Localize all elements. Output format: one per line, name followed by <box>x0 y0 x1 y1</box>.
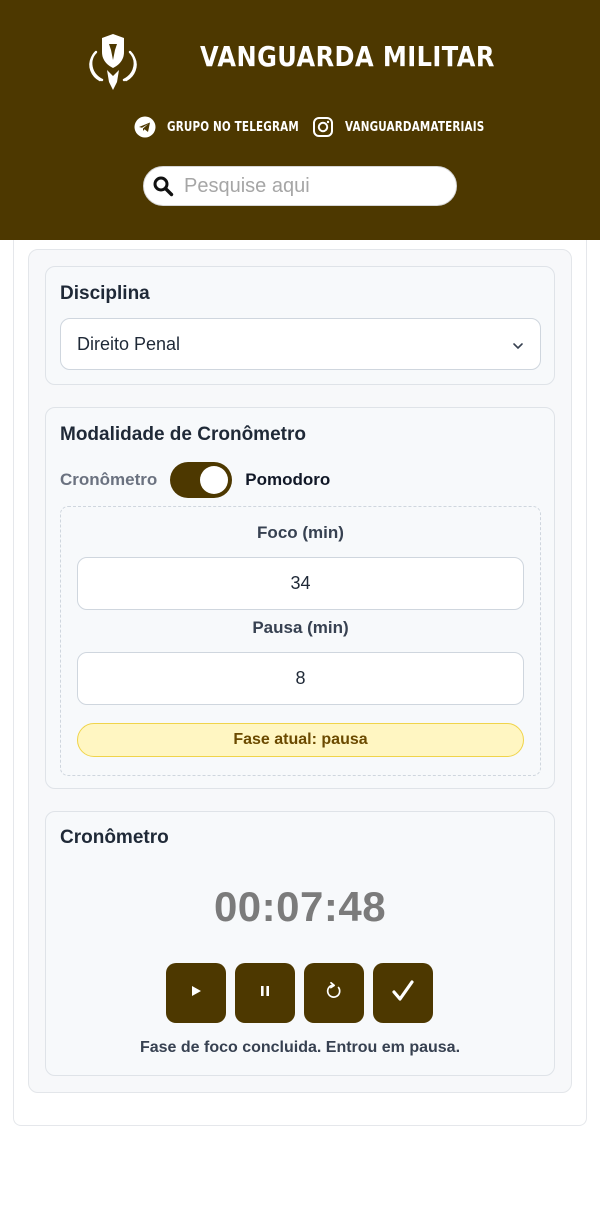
mode-label-pomodoro: Pomodoro <box>245 470 331 489</box>
instagram-icon <box>312 116 334 138</box>
telegram-link[interactable]: GRUPO NO TELEGRAM <box>134 116 332 138</box>
disciplina-select[interactable]: Direito Penal <box>60 318 541 370</box>
instagram-link[interactable]: VANGUARDAMATERIAIS <box>312 116 519 138</box>
mode-toggle-row: Cronômetro Pomodoro <box>60 462 330 498</box>
status-message: Fase de foco concluida. Entrou em pausa. <box>139 1039 461 1056</box>
brand-title: VANGUARDA MILITAR <box>200 40 495 73</box>
instagram-label: VANGUARDAMATERIAIS <box>345 119 485 135</box>
play-icon <box>189 984 203 1002</box>
foco-input[interactable] <box>77 557 524 610</box>
mode-toggle-switch[interactable] <box>170 462 233 498</box>
telegram-label: GRUPO NO TELEGRAM <box>167 119 299 135</box>
shield-eagle-logo[interactable] <box>86 30 140 92</box>
search-input[interactable] <box>184 174 434 198</box>
play-button[interactable] <box>166 963 226 1023</box>
cronometro-card: Cronômetro 00:07:48 Fase de foco conclui… <box>45 811 555 1076</box>
telegram-icon <box>134 116 156 138</box>
pause-icon <box>259 984 271 1002</box>
search-bar[interactable] <box>143 166 457 206</box>
pausa-label: Pausa (min) <box>252 618 349 637</box>
pomodoro-settings: Foco (min) Pausa (min) Fase atual: pausa <box>60 506 541 776</box>
cronometro-title: Cronômetro <box>60 827 169 848</box>
pause-button[interactable] <box>235 963 295 1023</box>
reset-button[interactable] <box>304 963 364 1023</box>
disciplina-title: Disciplina <box>60 283 150 304</box>
disciplina-selected-value: Direito Penal <box>77 333 181 354</box>
foco-label: Foco (min) <box>257 523 344 542</box>
timer-controls <box>166 963 433 1023</box>
disciplina-card: Disciplina Direito Penal <box>45 266 555 385</box>
toggle-knob <box>200 466 229 494</box>
timer-display: 00:07:48 <box>213 883 387 930</box>
phase-status-badge: Fase atual: pausa <box>77 723 524 757</box>
pausa-input[interactable] <box>77 652 524 705</box>
complete-button[interactable] <box>373 963 433 1023</box>
check-icon <box>390 978 416 1008</box>
mode-label-cronometro: Cronômetro <box>60 470 158 489</box>
reset-icon <box>324 981 344 1005</box>
search-icon <box>152 175 174 197</box>
modalidade-title: Modalidade de Cronômetro <box>60 424 306 445</box>
site-header: VANGUARDA MILITAR GRUPO NO TELEGRAM VANG… <box>0 0 600 240</box>
modalidade-card: Modalidade de Cronômetro Cronômetro Pomo… <box>45 407 555 789</box>
chevron-down-icon <box>512 334 524 355</box>
